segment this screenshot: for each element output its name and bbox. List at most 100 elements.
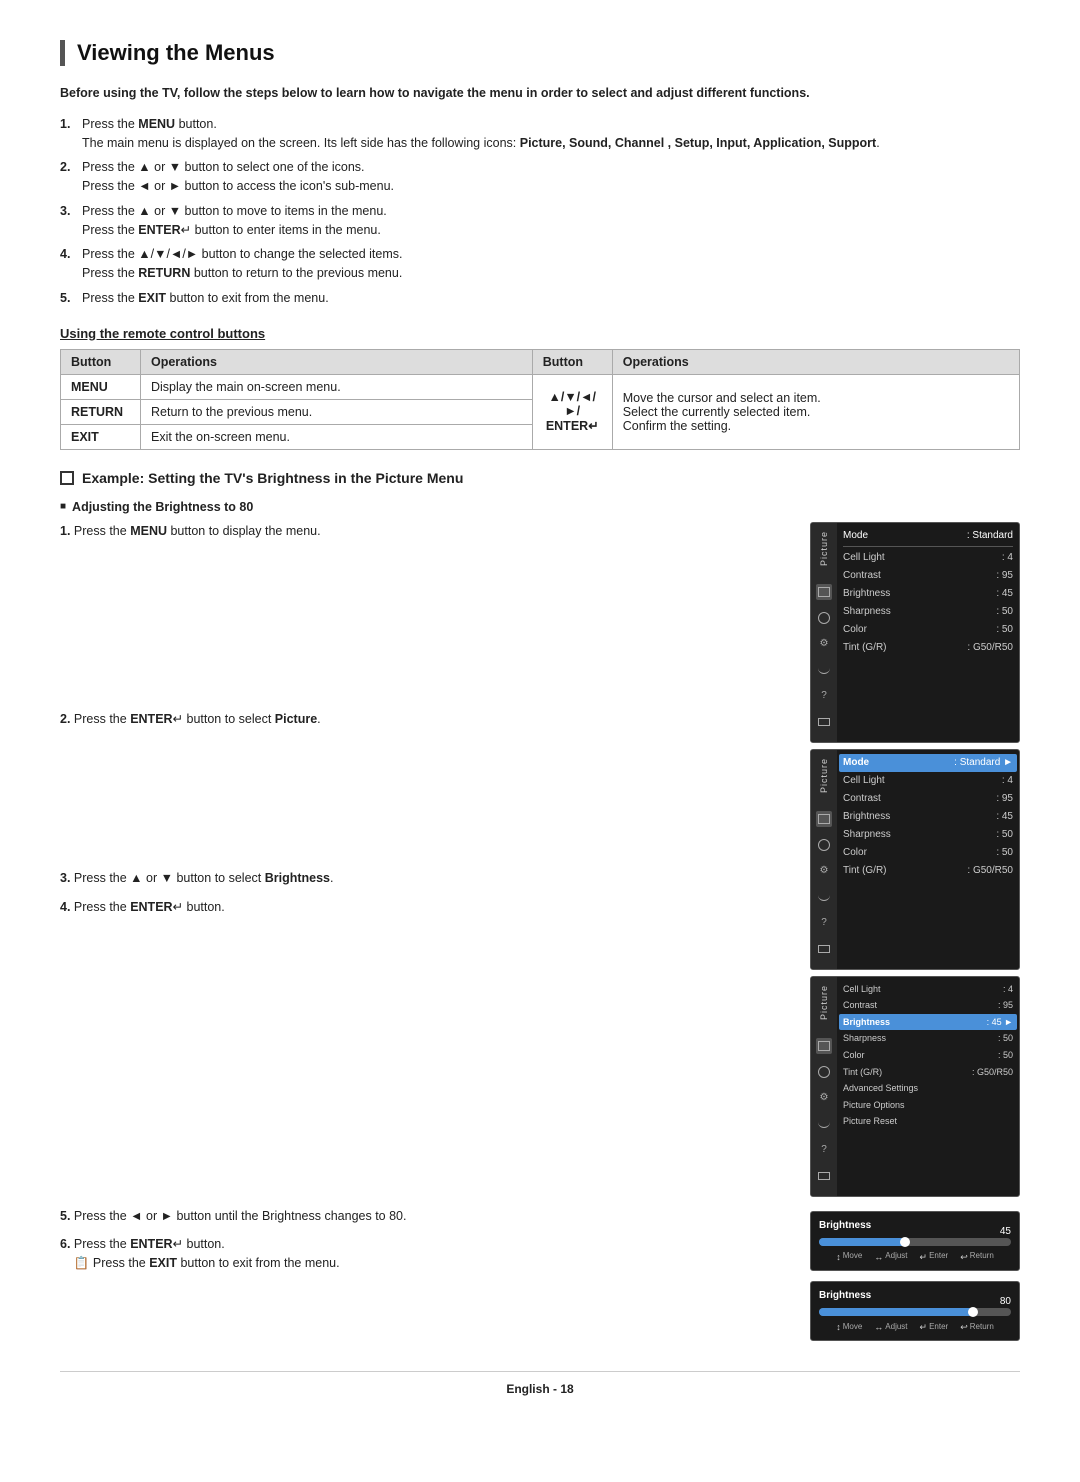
app-icon-3 (816, 1168, 832, 1184)
question-icon-3: ? (821, 1144, 827, 1155)
film-icon-3 (818, 1041, 830, 1051)
channel-icon-1: ⚙ (816, 636, 832, 652)
adjust-icon-1: ↔ (874, 1250, 883, 1264)
step-2-text: Press the ▲ or ▼ button to select one of… (82, 160, 365, 174)
op-nav: Move the cursor and select an item. Sele… (612, 374, 1019, 449)
sidebar-icons-3: ⚙ ? (816, 1030, 832, 1192)
example-heading: Example: Setting the TV's Brightness in … (60, 470, 1020, 486)
spacer-2 (60, 739, 790, 869)
bottom-steps: 5. Press the ◄ or ► button until the Bri… (60, 1207, 1020, 1342)
channel-icon-2: ⚙ (816, 863, 832, 879)
example-heading-text: Example: Setting the TV's Brightness in … (82, 470, 463, 486)
input-rect-2 (818, 945, 830, 953)
slider-value-2: 80 (1000, 1294, 1011, 1310)
tv-menu-content-3: Cell Light : 4 Contrast : 95 Brightness … (837, 977, 1019, 1196)
question-icon-1: ? (821, 690, 827, 701)
slider-title-2: Brightness (819, 1288, 1011, 1304)
step-4: Press the ▲/▼/◄/► button to change the s… (60, 245, 1020, 283)
col-header-operations2: Operations (612, 349, 1019, 374)
example-screens-col: Picture ⚙ (810, 522, 1020, 1197)
menu-row-color-1: Color : 50 (843, 621, 1013, 639)
col-header-button1: Button (61, 349, 141, 374)
intro-text: Before using the TV, follow the steps be… (60, 84, 1020, 103)
brightness-slider-2: Brightness 80 ↕ Move ↔ Adjust (810, 1281, 1020, 1341)
setup-icon-2 (816, 889, 832, 905)
circle-icon (818, 612, 830, 624)
sound-icon-3 (816, 1064, 832, 1080)
menu-row-color-2: Color : 50 (843, 844, 1013, 862)
menu-row-contrast-2: Contrast : 95 (843, 790, 1013, 808)
op-exit: Exit the on-screen menu. (141, 424, 533, 449)
circle-icon-3 (818, 1066, 830, 1078)
page-footer: English - 18 (60, 1371, 1020, 1396)
menu-row-advanced-3: Advanced Settings (843, 1080, 1013, 1097)
slider-title-1: Brightness (819, 1218, 1011, 1234)
step-num-6: 6. (60, 1237, 70, 1251)
menu-row-tint-1: Tint (G/R) : G50/R50 (843, 639, 1013, 657)
step-num-3: 3. (60, 871, 70, 885)
slider-value-1: 45 (1000, 1224, 1011, 1240)
adjust-icon-2: ↔ (874, 1320, 883, 1334)
step-5-text: Press the EXIT button to exit from the m… (82, 291, 329, 305)
example-step-4: 4. Press the ENTER↵ button. (60, 898, 790, 917)
tv-menu-content-2: Mode : Standard ► Cell Light : 4 Contras… (837, 750, 1019, 969)
step-num-1: 1. (60, 524, 70, 538)
spacer-1 (60, 550, 790, 710)
remote-table: Button Operations Button Operations MENU… (60, 349, 1020, 450)
step-2-subtext: Press the ◄ or ► button to access the ic… (82, 179, 394, 193)
sound-icon-2 (816, 837, 832, 853)
col-header-button2: Button (532, 349, 612, 374)
adjust-control-2: ↔ Adjust (874, 1320, 907, 1334)
menu-row-sharpness-3: Sharpness : 50 (843, 1030, 1013, 1047)
table-row-menu: MENU Display the main on-screen menu. ▲/… (61, 374, 1020, 399)
return-icon-2: ↩ (960, 1320, 968, 1334)
tv-screen-3: Picture ⚙ (810, 976, 1020, 1197)
adjust-control-1: ↔ Adjust (874, 1250, 907, 1264)
step-3-subtext: Press the ENTER↵ button to enter items i… (82, 223, 381, 237)
input-rect-3 (818, 1172, 830, 1180)
enter-control-2: ↵ Enter (920, 1320, 949, 1334)
tv-screen-2: Picture ⚙ (810, 749, 1020, 970)
enter-icon-2: ↵ (920, 1320, 928, 1334)
menu-row-color-3: Color : 50 (843, 1047, 1013, 1064)
tv-sidebar-2: Picture ⚙ (811, 750, 837, 969)
gear-icon-3: ⚙ (820, 1092, 829, 1103)
tv-menu-content-1: Mode : Standard Cell Light : 4 Contrast … (837, 523, 1019, 742)
wave-icon-2 (818, 893, 830, 901)
menu-row-sharpness-2: Sharpness : 50 (843, 826, 1013, 844)
sub-heading: Adjusting the Brightness to 80 (60, 500, 1020, 514)
step-num-4: 4. (60, 900, 70, 914)
tv-sidebar-3: Picture ⚙ (811, 977, 837, 1196)
page-title: Viewing the Menus (60, 40, 1020, 66)
example-step-1: 1. Press the MENU button to display the … (60, 522, 790, 541)
op-return: Return to the previous menu. (141, 399, 533, 424)
example-step-2: 2. Press the ENTER↵ button to select Pic… (60, 710, 790, 729)
slider-thumb-2 (968, 1307, 978, 1317)
slider-thumb-1 (900, 1237, 910, 1247)
menu-row-celllight-3: Cell Light : 4 (843, 981, 1013, 998)
step-2: Press the ▲ or ▼ button to select one of… (60, 158, 1020, 196)
film-icon (818, 587, 830, 597)
slider-track-1 (819, 1238, 1011, 1246)
menu-row-mode-2-highlighted: Mode : Standard ► (839, 754, 1017, 772)
move-control-2: ↕ Move (836, 1320, 862, 1334)
step-4-subtext: Press the RETURN button to return to the… (82, 266, 402, 280)
sound-icon-1 (816, 610, 832, 626)
menu-row-celllight-1: Cell Light : 4 (843, 549, 1013, 567)
example-layout: 1. Press the MENU button to display the … (60, 522, 1020, 1197)
sidebar-label-3: Picture (819, 981, 829, 1024)
menu-row-tint-2: Tint (G/R) : G50/R50 (843, 862, 1013, 880)
input-icon-1: ? (816, 688, 832, 704)
col-header-operations1: Operations (141, 349, 533, 374)
checkbox-icon (60, 471, 74, 485)
tv-screen-1: Picture ⚙ (810, 522, 1020, 743)
picture-icon-1 (816, 584, 832, 600)
move-icon-2: ↕ (836, 1320, 841, 1334)
sidebar-icons-1: ⚙ ? (816, 576, 832, 738)
op-menu: Display the main on-screen menu. (141, 374, 533, 399)
btn-nav: ▲/▼/◄/►/ENTER↵ (532, 374, 612, 449)
sidebar-label-2: Picture (819, 754, 829, 797)
step-num-5: 5. (60, 1209, 70, 1223)
input-icon-3: ? (816, 1142, 832, 1158)
step-1-subtext: The main menu is displayed on the screen… (82, 136, 880, 150)
